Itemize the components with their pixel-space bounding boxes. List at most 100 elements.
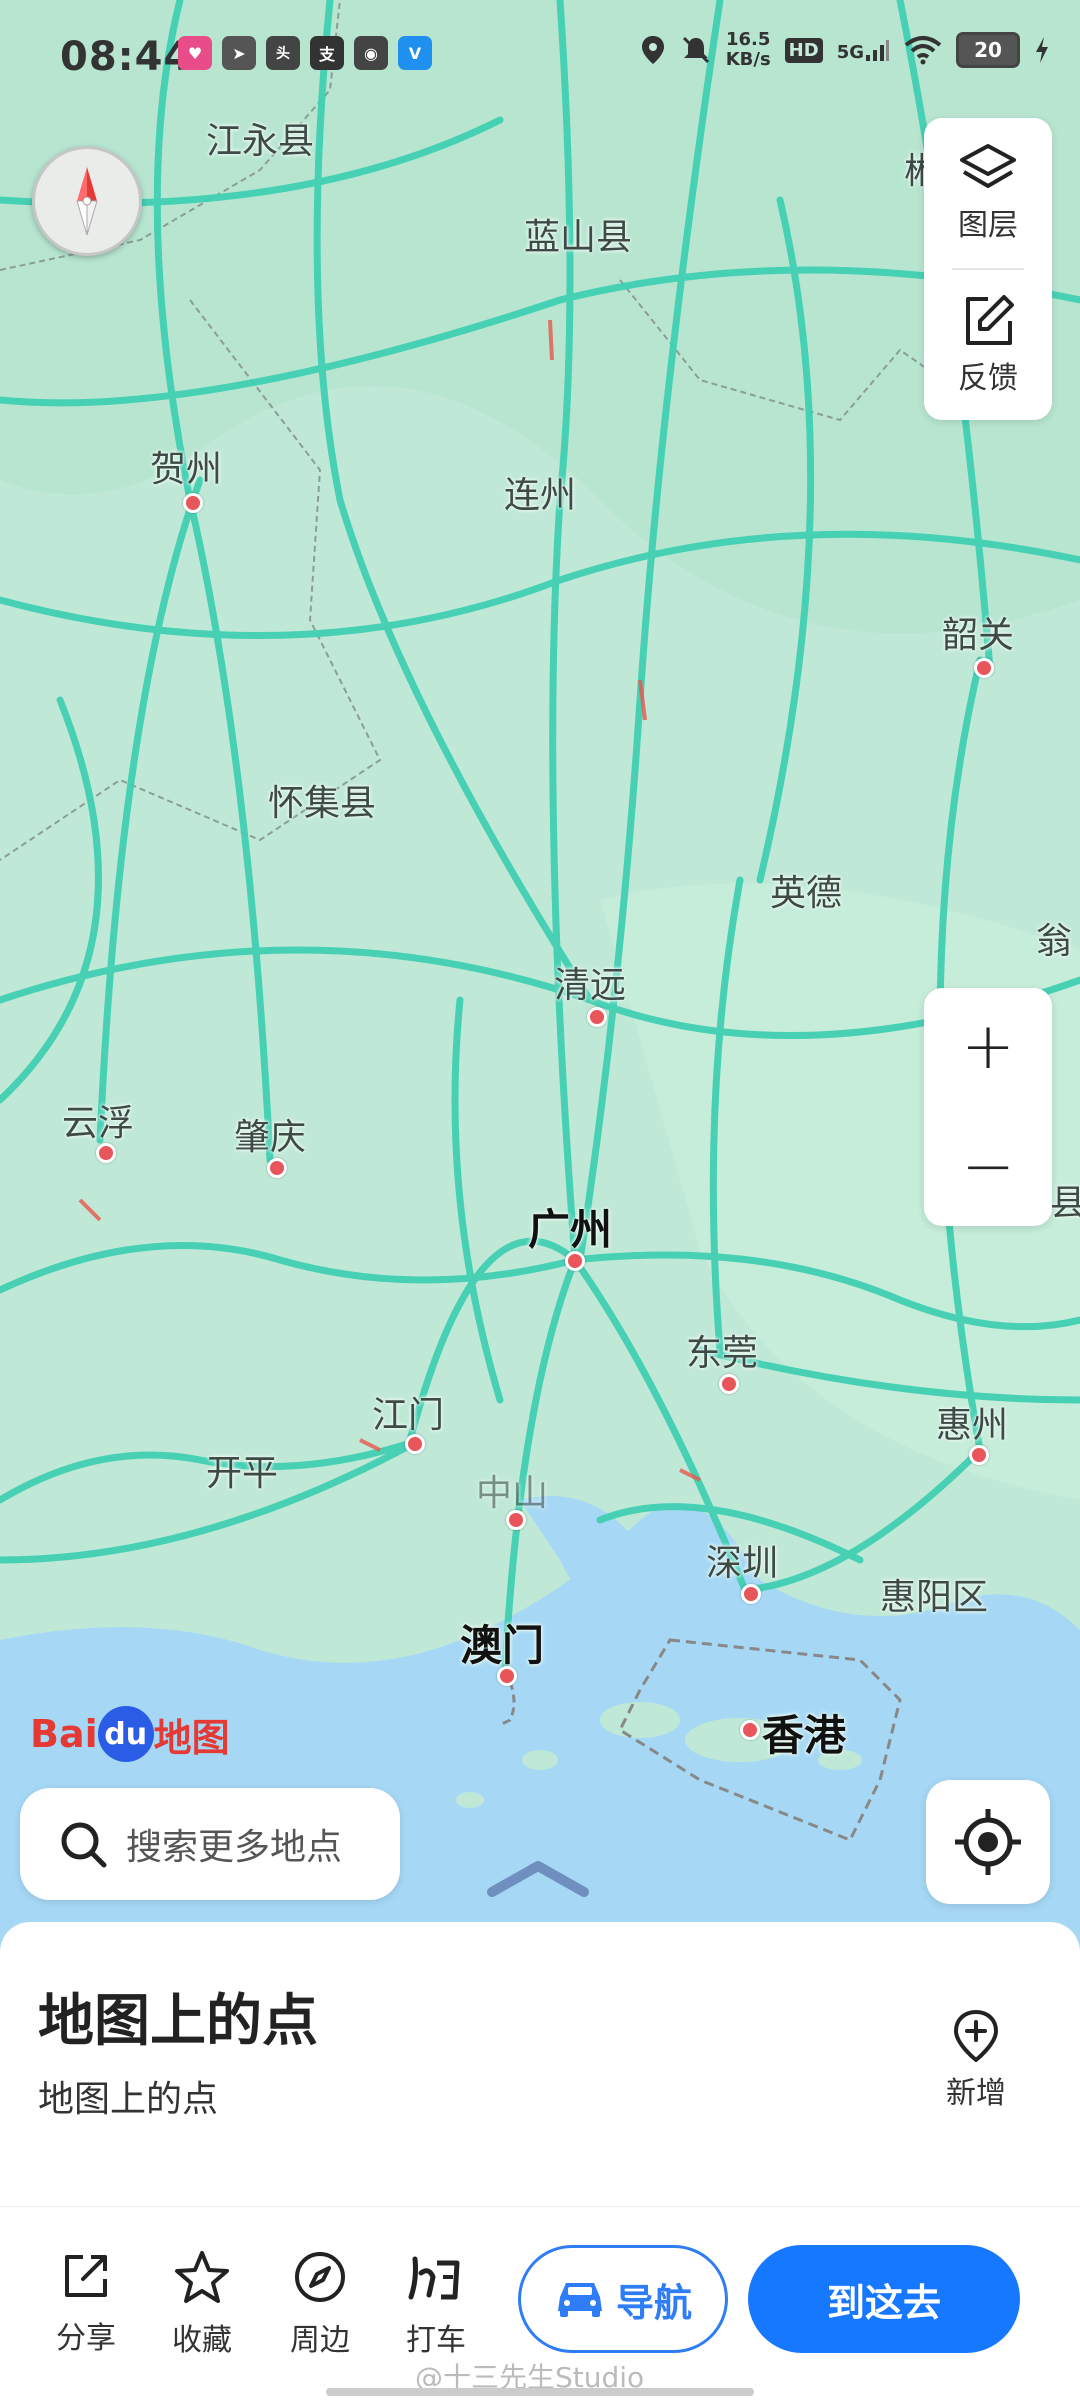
map-label-huizhou[interactable]: 惠州: [936, 1396, 1008, 1448]
go-here-button[interactable]: 到这去: [748, 2245, 1020, 2353]
add-place-button[interactable]: 新增: [924, 2008, 1028, 2112]
map-label-guangzhou[interactable]: 广州: [528, 1196, 612, 1257]
signal-label: 5G: [836, 42, 864, 63]
mute-icon: [682, 36, 709, 64]
layers-label: 图层: [958, 208, 1018, 243]
telegram-icon: ➤: [222, 36, 256, 70]
add-place-label: 新增: [946, 2076, 1006, 2111]
city-dot[interactable]: [587, 1007, 607, 1027]
logo-bai: Bai: [30, 1712, 98, 1756]
zoom-out-button[interactable]: −: [924, 1108, 1052, 1226]
feedback-label: 反馈: [958, 361, 1018, 396]
share-button[interactable]: 分享: [36, 2249, 136, 2357]
net-speed: 16.5 KB/s: [726, 30, 771, 70]
notification-icons: ♥ ➤ 头 支 ◉ V: [178, 36, 432, 70]
alipay-icon: 支: [310, 36, 344, 70]
map-label-shenzhen[interactable]: 深圳: [706, 1534, 778, 1586]
toutiao-icon: ♥: [178, 36, 212, 70]
charging-icon: [1036, 37, 1048, 63]
logo-ditu: 地图: [153, 1715, 230, 1760]
city-dot[interactable]: [506, 1510, 526, 1530]
taxi-button[interactable]: 打车: [386, 2249, 486, 2359]
map-label-hongkong[interactable]: 香港: [762, 1702, 846, 1763]
search-placeholder: 搜索更多地点: [126, 1827, 343, 1868]
map-label-zhongshan[interactable]: 中山: [476, 1464, 548, 1516]
layers-button[interactable]: 图层: [924, 118, 1052, 268]
signal-icon: 5G: [837, 37, 890, 63]
compass-icon: [76, 167, 98, 236]
edit-icon: [966, 295, 1014, 345]
map-label-yunfu[interactable]: 云浮: [62, 1094, 134, 1146]
search-icon: [61, 1822, 107, 1868]
home-indicator[interactable]: [326, 2388, 754, 2396]
net-speed-value: 16.5: [725, 29, 771, 50]
battery-indicator: 20: [956, 32, 1020, 68]
map-label-hezhou[interactable]: 贺州: [150, 440, 222, 492]
navigate-button[interactable]: 导航: [518, 2245, 728, 2353]
location-icon: [641, 36, 664, 64]
map-label-kaiping[interactable]: 开平: [206, 1444, 278, 1496]
favorite-label: 收藏: [172, 2323, 232, 2358]
map-label-huiyang[interactable]: 惠阳区: [880, 1568, 988, 1620]
vw-icon: V: [398, 36, 432, 70]
star-icon: [175, 2251, 229, 2303]
place-subtitle: 地图上的点: [38, 2079, 219, 2120]
city-dot[interactable]: [741, 1584, 761, 1604]
city-dot[interactable]: [740, 1720, 760, 1740]
layers-icon: [960, 144, 1016, 188]
nearby-button[interactable]: 周边: [270, 2249, 370, 2359]
map-label-macau[interactable]: 澳门: [460, 1612, 544, 1673]
chevron-up-icon[interactable]: [486, 1858, 590, 1898]
favorite-button[interactable]: 收藏: [152, 2249, 252, 2359]
city-dot[interactable]: [405, 1434, 425, 1454]
logo-du: du: [97, 1706, 154, 1762]
map-label-yingde[interactable]: 英德: [770, 864, 842, 916]
add-location-icon: [953, 2009, 999, 2062]
taxi-icon: [408, 2256, 460, 2300]
net-speed-unit: KB/s: [725, 49, 771, 70]
hd-badge: HD: [784, 37, 823, 63]
compass-button[interactable]: [32, 146, 142, 256]
map-label-jiangmen[interactable]: 江门: [372, 1386, 444, 1438]
headline-icon: 头: [266, 36, 300, 70]
feedback-button[interactable]: 反馈: [924, 270, 1052, 420]
status-bar: 08:44 ♥ ➤ 头 支 ◉ V 16.5 KB/s HD 5G 20: [0, 0, 1080, 110]
city-dot[interactable]: [565, 1251, 585, 1271]
status-time: 08:44: [60, 34, 193, 80]
app-icon: ◉: [354, 36, 388, 70]
map-label-huaiji[interactable]: 怀集县: [268, 774, 376, 826]
map-label-lanshan[interactable]: 蓝山县: [524, 208, 632, 260]
compass-nearby-icon: [295, 2252, 345, 2302]
place-title: 地图上的点: [38, 1989, 318, 2054]
city-dot[interactable]: [974, 658, 994, 678]
map-tools-panel: 图层 反馈: [924, 118, 1052, 420]
status-right: 16.5 KB/s HD 5G 20: [640, 30, 1050, 70]
share-label: 分享: [56, 2321, 116, 2356]
wifi-icon: [904, 36, 942, 65]
locate-icon: [955, 1809, 1021, 1875]
map-label-qingyuan[interactable]: 清远: [554, 956, 626, 1008]
map-label-edge-xian[interactable]: 县: [1050, 1174, 1080, 1226]
city-dot[interactable]: [719, 1374, 739, 1394]
map-label-jiangyong[interactable]: 江永县: [206, 112, 314, 164]
share-icon: [65, 2255, 107, 2297]
nearby-label: 周边: [290, 2323, 350, 2358]
map-label-shaoguan[interactable]: 韶关: [942, 606, 1014, 658]
navigate-label: 导航: [615, 2280, 692, 2325]
my-location-button[interactable]: [926, 1780, 1050, 1904]
map-label-edge-weng[interactable]: 翁: [1036, 912, 1072, 964]
city-dot[interactable]: [497, 1666, 517, 1686]
map-label-dongguan[interactable]: 东莞: [686, 1324, 758, 1376]
car-icon: [557, 2283, 602, 2317]
city-dot[interactable]: [969, 1445, 989, 1465]
city-dot[interactable]: [183, 493, 203, 513]
city-dot[interactable]: [96, 1143, 116, 1163]
zoom-in-button[interactable]: +: [924, 988, 1052, 1106]
baidu-logo: Bai du 地图: [30, 1706, 230, 1762]
map-label-zhaoqing[interactable]: 肇庆: [234, 1108, 306, 1160]
search-input[interactable]: 搜索更多地点: [20, 1788, 400, 1900]
map-label-lianzhou[interactable]: 连州: [504, 466, 576, 518]
zoom-controls: + −: [924, 988, 1052, 1226]
city-dot[interactable]: [267, 1158, 287, 1178]
taxi-label: 打车: [406, 2323, 466, 2358]
